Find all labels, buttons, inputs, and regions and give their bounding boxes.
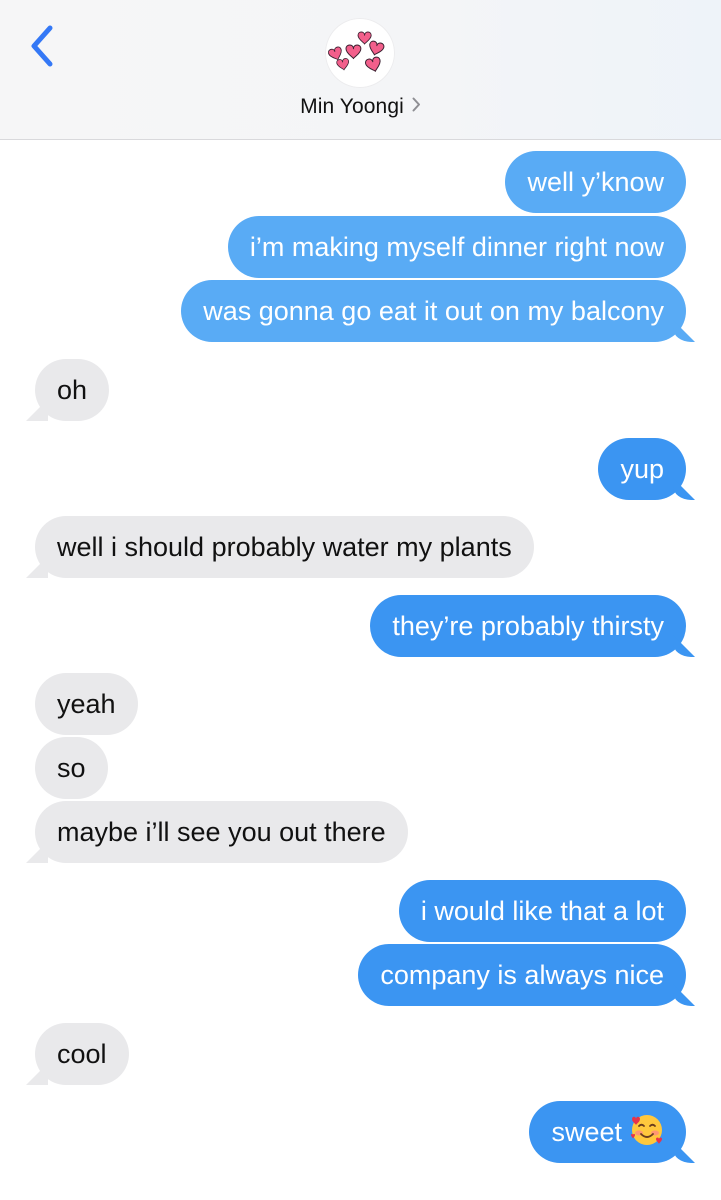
contact-title[interactable]: Min Yoongi [0,94,721,119]
message-list[interactable]: well y’know i’m making myself dinner rig… [0,140,721,1200]
back-button[interactable] [24,24,64,70]
smiling-face-with-hearts-icon [630,1107,664,1145]
received-message-bubble[interactable]: oh [35,359,110,421]
contact-avatar[interactable] [325,18,395,88]
received-message-bubble[interactable]: cool [35,1023,129,1085]
sent-message-bubble[interactable]: i would like that a lot [398,880,686,942]
sent-message-bubble[interactable]: company is always nice [358,944,686,1006]
received-message-bubble[interactable]: yeah [35,673,138,735]
chevron-left-icon [31,25,53,67]
sent-message-bubble[interactable]: they’re probably thirsty [370,595,686,657]
message-text: sweet [551,1117,622,1147]
received-message-bubble[interactable]: so [35,737,108,799]
imessage-conversation: Min Yoongi well y’know i’m making myself… [0,0,721,1200]
sent-message-bubble[interactable]: sweet [529,1101,686,1163]
contact-name[interactable]: Min Yoongi [300,95,404,118]
sent-message-bubble[interactable]: well y’know [505,151,686,213]
sent-message-bubble[interactable]: yup [598,438,686,500]
sent-message-bubble[interactable]: was gonna go eat it out on my balcony [181,280,686,342]
sent-message-bubble[interactable]: i’m making myself dinner right now [227,216,686,278]
chevron-right-icon [412,94,421,118]
received-message-bubble[interactable]: well i should probably water my plants [35,516,534,578]
received-message-bubble[interactable]: maybe i’ll see you out there [35,801,408,863]
hearts-icon [327,31,385,72]
conversation-header: Min Yoongi [0,0,721,140]
